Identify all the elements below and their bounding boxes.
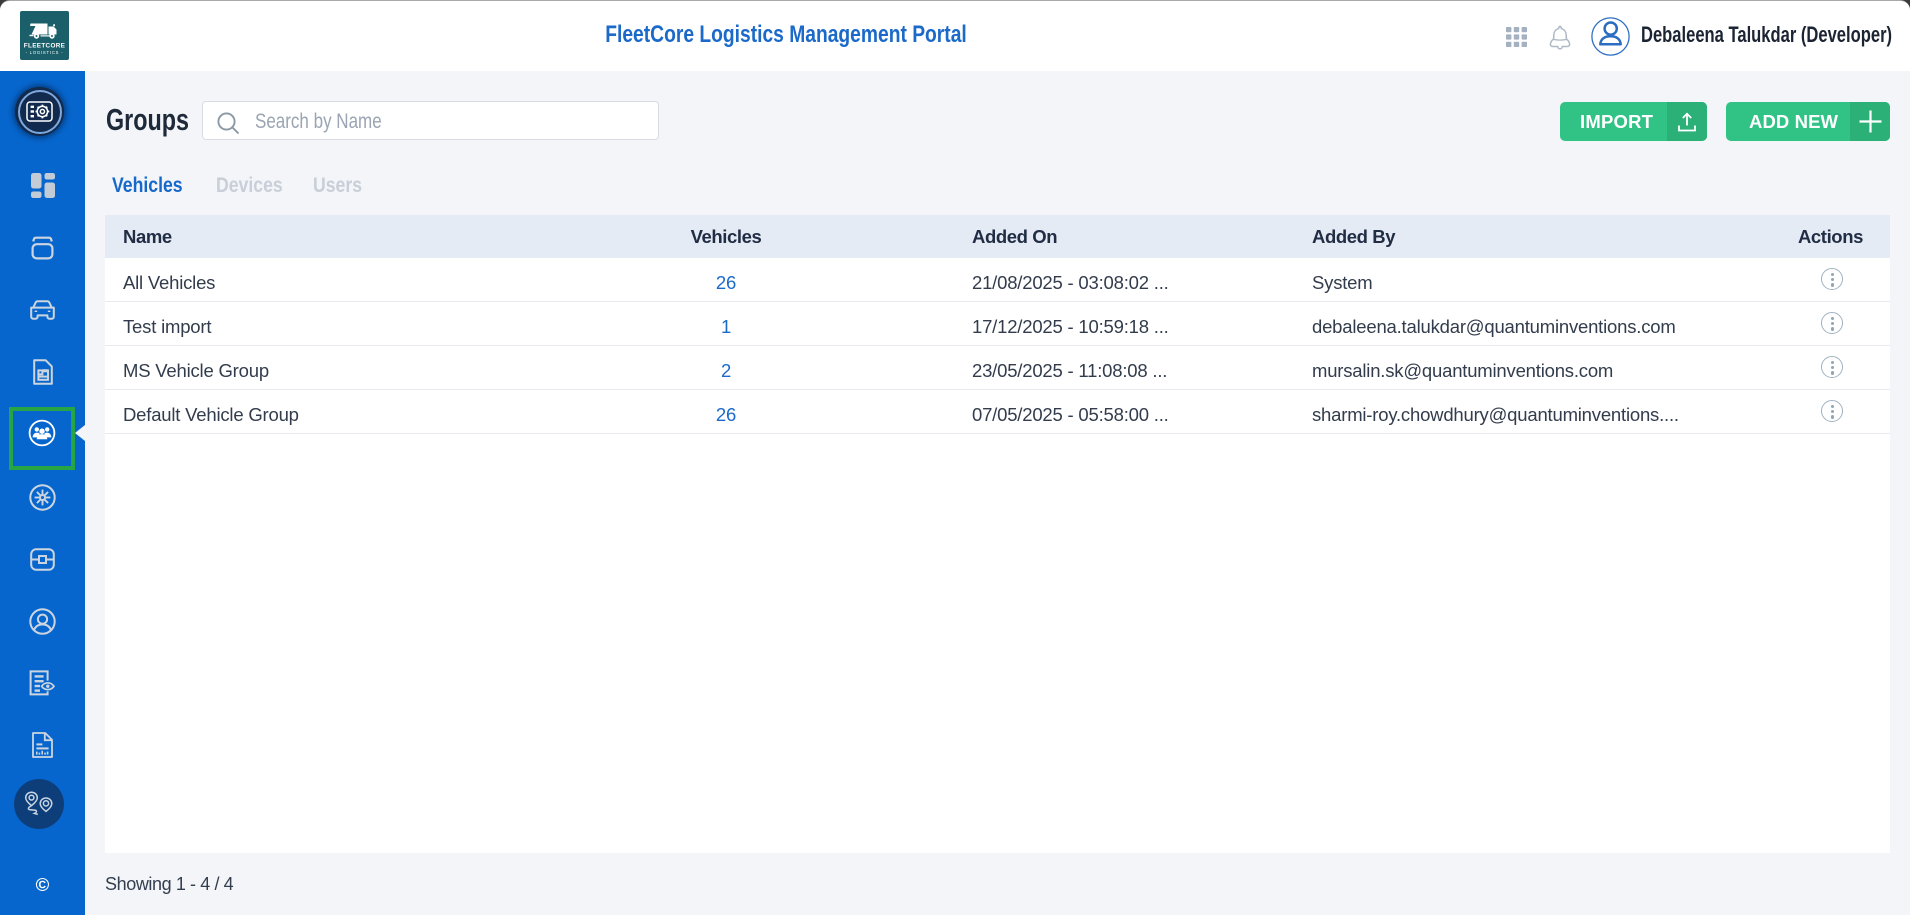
svg-text:FLEETCORE: FLEETCORE <box>24 43 66 50</box>
svg-text:- LOGISTICS -: - LOGISTICS - <box>26 50 64 55</box>
